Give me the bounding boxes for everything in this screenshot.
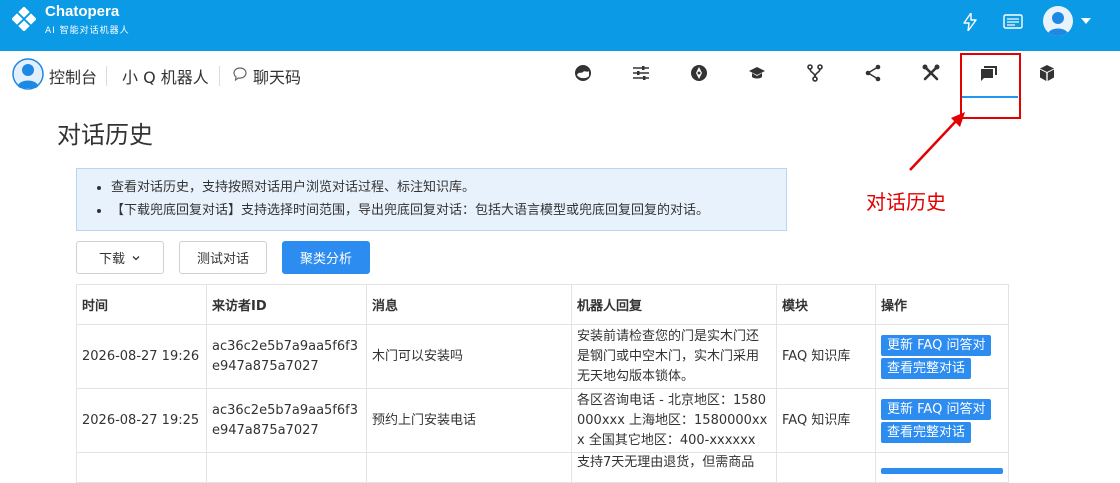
cell-module <box>776 452 876 483</box>
graduation-cap-icon[interactable] <box>748 64 766 82</box>
annotation-arrow-icon <box>909 112 965 171</box>
view-full-chat-button[interactable]: 查看完整对话 <box>881 357 972 379</box>
dashboard-icon[interactable] <box>574 64 592 82</box>
cell-actions <box>875 452 1009 483</box>
card-icon[interactable] <box>1003 14 1023 29</box>
chevron-down-icon[interactable] <box>1081 18 1091 24</box>
info-item: 【下载兜底回复对话】支持选择时间范围，导出兜底回复对话：包括大语言模型或兜底回复… <box>111 199 786 222</box>
info-item: 查看对话历史，支持按照对话用户浏览对话过程、标注知识库。 <box>111 176 786 199</box>
cell-visitor-id <box>206 452 367 483</box>
update-faq-button[interactable] <box>881 468 1003 474</box>
cell-module: FAQ 知识库 <box>776 324 876 389</box>
info-box: 查看对话历史，支持按照对话用户浏览对话过程、标注知识库。 【下载兜底回复对话】支… <box>76 168 787 231</box>
share-icon[interactable] <box>864 64 882 82</box>
bot-avatar[interactable] <box>12 58 44 90</box>
cell-time: 2026-08-27 19:25 <box>76 388 207 453</box>
top-bar: Chatopera AI 智能对话机器人 <box>0 0 1120 51</box>
cell-reply: 支持7天无理由退货，但需商品 <box>571 452 777 483</box>
brand-name[interactable]: Chatopera <box>45 3 119 20</box>
download-button[interactable]: 下载 <box>76 241 164 274</box>
fork-icon[interactable] <box>806 64 824 82</box>
nav-console[interactable]: 控制台 <box>49 64 97 88</box>
nav-bot-name[interactable]: 小 Q 机器人 <box>122 64 209 88</box>
view-full-chat-button[interactable]: 查看完整对话 <box>881 421 972 443</box>
cell-actions: 更新 FAQ 问答对 查看完整对话 <box>875 324 1009 389</box>
test-chat-button[interactable]: 测试对话 <box>179 241 267 274</box>
sliders-icon[interactable] <box>632 64 650 82</box>
compass-icon[interactable] <box>690 64 708 82</box>
tools-icon[interactable] <box>922 64 940 82</box>
user-avatar[interactable] <box>1043 6 1073 36</box>
column-header: 消息 <box>366 284 572 325</box>
cell-message <box>366 452 572 483</box>
cell-time: 2026-08-27 19:26 <box>76 324 207 389</box>
cell-message: 木门可以安装吗 <box>366 324 572 389</box>
column-header: 来访者ID <box>206 284 367 325</box>
table-row: 支持7天无理由退货，但需商品 <box>76 452 1009 483</box>
bolt-icon[interactable] <box>963 13 977 31</box>
chat-history-table: 时间 来访者ID 消息 机器人回复 模块 操作 2026-08-27 19:26… <box>76 284 1009 483</box>
cell-message: 预约上门安装电话 <box>366 388 572 453</box>
update-faq-button[interactable]: 更新 FAQ 问答对 <box>881 334 992 356</box>
annotation-label: 对话历史 <box>866 190 946 214</box>
cell-time <box>76 452 207 483</box>
nav-separator <box>106 66 107 86</box>
table-row: 2026-08-27 19:25 ac36c2e5b7a9aa5f6f3e947… <box>76 388 1009 453</box>
page-title: 对话历史 <box>57 121 153 149</box>
nav-chat-code[interactable]: 聊天码 <box>253 64 301 88</box>
brand-subtitle: AI 智能对话机器人 <box>45 26 130 36</box>
table-row: 2026-08-27 19:26 ac36c2e5b7a9aa5f6f3e947… <box>76 324 1009 389</box>
cube-icon[interactable] <box>1038 64 1056 82</box>
column-header: 模块 <box>776 284 876 325</box>
nav-separator <box>219 66 220 86</box>
cell-visitor-id: ac36c2e5b7a9aa5f6f3e947a875a7027 <box>206 324 367 389</box>
column-header: 操作 <box>875 284 1009 325</box>
column-header: 机器人回复 <box>571 284 777 325</box>
cell-reply: 各区咨询电话 - 北京地区：1580000xxx 上海地区：1580000xxx… <box>571 388 777 453</box>
chatopera-logo-icon[interactable] <box>12 7 36 31</box>
cell-reply: 安装前请检查您的门是实木门还是钢门或中空木门，实木门采用无天地勾版本锁体。 <box>571 324 777 389</box>
cluster-analysis-button[interactable]: 聚类分析 <box>282 241 370 274</box>
update-faq-button[interactable]: 更新 FAQ 问答对 <box>881 398 992 420</box>
cell-visitor-id: ac36c2e5b7a9aa5f6f3e947a875a7027 <box>206 388 367 453</box>
chat-bubble-icon <box>233 67 247 81</box>
column-header: 时间 <box>76 284 207 325</box>
download-button-label: 下载 <box>98 252 125 267</box>
table-header-row: 时间 来访者ID 消息 机器人回复 模块 操作 <box>76 284 1009 325</box>
cell-module: FAQ 知识库 <box>776 388 876 453</box>
cell-actions: 更新 FAQ 问答对 查看完整对话 <box>875 388 1009 453</box>
chevron-down-icon <box>132 255 140 260</box>
